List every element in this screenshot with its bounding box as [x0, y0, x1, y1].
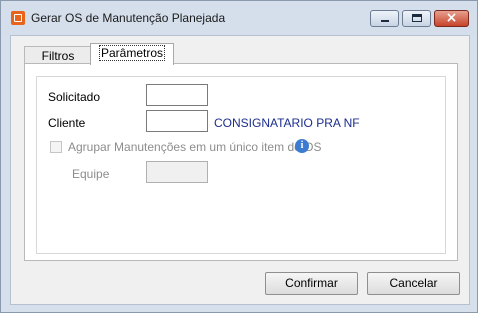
minimize-button[interactable]	[370, 10, 399, 27]
cancel-button[interactable]: Cancelar	[367, 272, 460, 295]
cancel-button-label: Cancelar	[389, 276, 438, 290]
cliente-label: Cliente	[48, 116, 86, 130]
equipe-label: Equipe	[72, 167, 110, 181]
solicitado-input[interactable]	[146, 84, 208, 106]
maximize-button[interactable]	[402, 10, 431, 27]
maximize-icon	[412, 14, 422, 22]
cliente-input[interactable]	[146, 110, 208, 132]
confirm-button-label: Confirmar	[285, 276, 338, 290]
cliente-name-text: CONSIGNATARIO PRA NF	[214, 116, 360, 130]
confirm-button[interactable]: Confirmar	[265, 272, 358, 295]
info-icon[interactable]: i	[295, 139, 309, 153]
parametros-group: Solicitado Cliente CONSIGNATARIO PRA NF …	[36, 76, 446, 254]
dialog-window: Gerar OS de Manutenção Planejada × Filtr…	[0, 0, 478, 313]
title-bar[interactable]: Gerar OS de Manutenção Planejada ×	[1, 1, 477, 35]
solicitado-label: Solicitado	[48, 90, 101, 104]
close-icon: ×	[445, 10, 458, 26]
tab-parametros-label: Parâmetros	[99, 45, 166, 61]
tab-parametros[interactable]: Parâmetros	[90, 43, 174, 65]
tab-filtros-label: Filtros	[41, 49, 75, 63]
parametros-panel: Solicitado Cliente CONSIGNATARIO PRA NF …	[24, 63, 458, 261]
dialog-body: Filtros Parâmetros Solicitado Cliente CO…	[10, 35, 470, 305]
agrupar-checkbox[interactable]	[50, 141, 62, 153]
agrupar-label: Agrupar Manutenções em um único item de …	[68, 140, 322, 154]
close-button[interactable]: ×	[434, 10, 469, 27]
window-title: Gerar OS de Manutenção Planejada	[31, 11, 226, 25]
minimize-icon	[381, 20, 389, 22]
app-logo-icon	[11, 11, 25, 25]
equipe-input[interactable]	[146, 161, 208, 183]
